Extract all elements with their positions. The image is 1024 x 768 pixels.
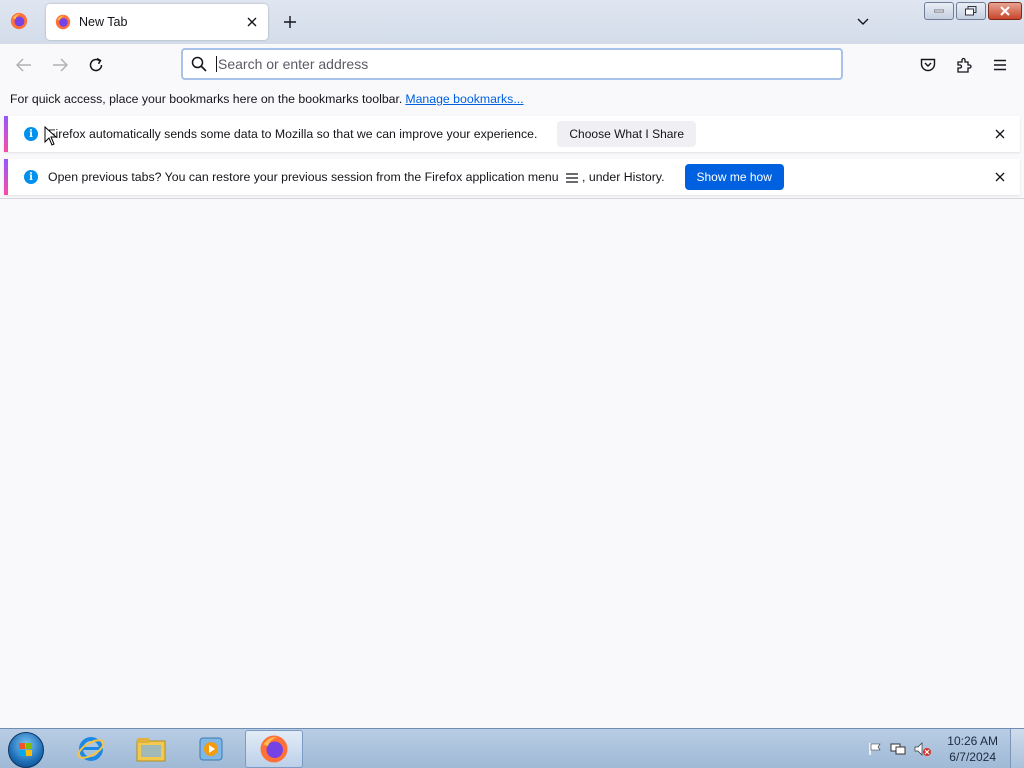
firefox-icon [260, 735, 288, 763]
firefox-icon[interactable] [10, 12, 28, 30]
extensions-button[interactable] [951, 53, 977, 77]
menu-icon [566, 173, 579, 183]
data-collection-notice: i Firefox automatically sends some data … [4, 116, 1020, 152]
search-icon [191, 56, 207, 72]
folder-icon [136, 738, 166, 762]
start-button[interactable] [8, 732, 44, 768]
taskbar-internet-explorer[interactable] [62, 730, 120, 768]
nav-bar [0, 44, 1024, 86]
notice-message-end: , under History. [582, 170, 665, 184]
restore-icon [965, 6, 977, 16]
taskbar-clock[interactable]: 10:26 AM 6/7/2024 [947, 733, 998, 765]
new-tab-button[interactable] [279, 11, 301, 33]
close-icon [247, 17, 257, 27]
close-window-button[interactable] [988, 2, 1022, 20]
taskbar: 10:26 AM 6/7/2024 [0, 728, 1024, 768]
firefox-icon [55, 14, 71, 30]
restore-session-notice: i Open previous tabs? You can restore yo… [4, 159, 1020, 195]
minimize-icon [934, 9, 944, 13]
clock-time: 10:26 AM [947, 734, 998, 748]
back-icon [16, 58, 31, 72]
menu-icon [994, 59, 1006, 71]
show-me-how-button[interactable]: Show me how [684, 164, 784, 190]
taskbar-media-player[interactable] [182, 730, 240, 768]
clock-date: 6/7/2024 [949, 750, 996, 764]
restore-button[interactable] [956, 2, 986, 20]
system-tray [868, 729, 932, 768]
app-menu-button[interactable] [987, 53, 1013, 77]
list-all-tabs-button[interactable] [853, 12, 873, 32]
address-bar[interactable] [181, 48, 843, 80]
dismiss-notice-button[interactable] [992, 169, 1008, 185]
show-desktop-button[interactable] [1010, 729, 1024, 768]
minimize-button[interactable] [924, 2, 954, 20]
notice-message: Open previous tabs? You can restore your… [48, 170, 665, 184]
manage-bookmarks-link[interactable]: Manage bookmarks... [405, 92, 523, 106]
forward-icon [53, 58, 68, 72]
notice-message: Firefox automatically sends some data to… [48, 127, 538, 141]
forward-button[interactable] [47, 53, 73, 77]
close-icon [1000, 6, 1010, 16]
info-icon: i [24, 127, 38, 141]
choose-what-i-share-button[interactable]: Choose What I Share [557, 121, 697, 147]
bookmarks-toolbar: For quick access, place your bookmarks h… [0, 86, 1024, 112]
media-player-icon [199, 737, 223, 761]
pocket-button[interactable] [915, 53, 941, 77]
info-icon: i [24, 170, 38, 184]
address-input[interactable] [216, 56, 841, 72]
extensions-icon [957, 57, 972, 73]
close-tab-button[interactable] [242, 12, 262, 32]
reload-icon [89, 57, 103, 72]
dismiss-notice-button[interactable] [992, 126, 1008, 142]
tab-strip: New Tab [0, 0, 1024, 44]
action-center-flag-icon[interactable] [868, 742, 882, 756]
network-icon[interactable] [890, 742, 906, 756]
chevron-down-icon [857, 18, 869, 25]
volume-muted-icon[interactable] [914, 742, 932, 756]
windows-logo-icon [19, 743, 32, 756]
tab-new-tab[interactable]: New Tab [46, 4, 268, 40]
reload-button[interactable] [83, 53, 109, 77]
close-icon [995, 172, 1005, 182]
tab-title: New Tab [79, 15, 128, 29]
internet-explorer-icon [77, 737, 105, 761]
window-controls [924, 2, 1022, 20]
notice-message-start: Open previous tabs? You can restore your… [48, 170, 559, 184]
close-icon [995, 129, 1005, 139]
pocket-icon [920, 58, 936, 72]
bookmarks-toolbar-text: For quick access, place your bookmarks h… [10, 92, 403, 106]
taskbar-file-explorer[interactable] [122, 730, 180, 768]
plus-icon [284, 16, 296, 28]
back-button[interactable] [11, 53, 37, 77]
mouse-cursor-icon [44, 126, 58, 146]
taskbar-firefox[interactable] [245, 730, 303, 768]
page-content[interactable] [0, 199, 1024, 728]
